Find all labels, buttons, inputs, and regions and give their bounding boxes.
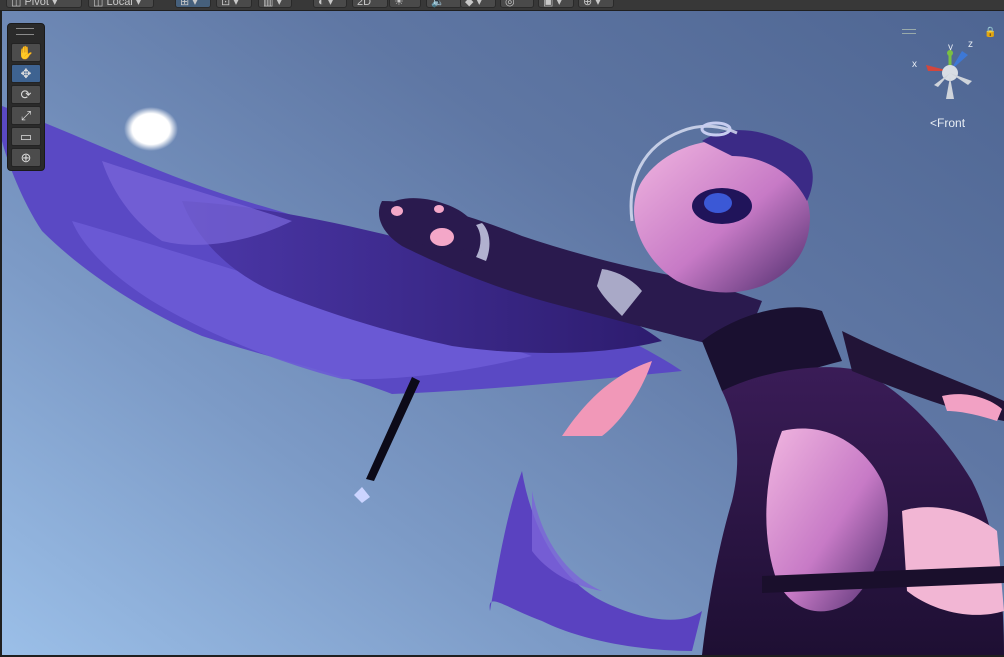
move-icon: ✥: [20, 66, 32, 81]
camera-icon: ▣: [543, 0, 554, 8]
hand-icon: ✋: [17, 45, 35, 60]
lighting-button[interactable]: ☀: [389, 0, 421, 8]
gizmos-icon: ⊕: [583, 0, 593, 8]
effects-icon: ◆: [465, 0, 474, 8]
toolbox-grip[interactable]: [16, 28, 34, 35]
pivot-dropdown[interactable]: ◫ Pivot ▾: [6, 0, 82, 8]
camera-button[interactable]: ▣ ▾: [538, 0, 574, 8]
view-label[interactable]: <Front: [930, 116, 965, 130]
transform-tool-button[interactable]: ⊕: [11, 148, 41, 167]
paw-pad-small: [391, 206, 403, 216]
scale-tool-button[interactable]: ⤢: [11, 106, 41, 125]
grid-snap-button[interactable]: ⊞ ▾: [175, 0, 211, 8]
lock-icon[interactable]: 🔒: [984, 27, 996, 38]
rotate-icon: ⟳: [20, 87, 32, 102]
gizmos-button[interactable]: ⊕ ▾: [578, 0, 614, 8]
mode-2d-button[interactable]: 2D: [352, 0, 388, 8]
scene-viewport[interactable]: ✋ ✥ ⟳ ⤢ ▭ ⊕ 🔒 y x z <Front: [2, 11, 1004, 655]
shading-button[interactable]: ◐ ▾: [313, 0, 347, 8]
gizmo-grip[interactable]: [902, 29, 916, 34]
draw-mode-button[interactable]: ▥ ▾: [258, 0, 292, 8]
eye-icon: ◎: [505, 0, 515, 8]
scene-render: [2, 106, 1004, 655]
hidden-objects-button[interactable]: ◎: [500, 0, 534, 8]
eye-iris: [704, 193, 732, 213]
paw-pad: [430, 228, 454, 246]
snap-icon: ⊡: [221, 0, 231, 8]
axis-z-label: z: [968, 41, 973, 50]
local-icon: ◫: [93, 0, 107, 8]
audio-icon: 🔈: [431, 0, 445, 8]
mode-2d-label: 2D: [357, 0, 372, 8]
pivot-label: Pivot: [24, 0, 49, 8]
effects-button[interactable]: ◆ ▾: [460, 0, 496, 8]
tail: [489, 471, 702, 651]
tools-overlay: ✋ ✥ ⟳ ⤢ ▭ ⊕: [7, 23, 45, 171]
rotate-tool-button[interactable]: ⟳: [11, 85, 41, 104]
staff-gem: [354, 487, 370, 503]
rect-tool-button[interactable]: ▭: [11, 127, 41, 146]
pivot-icon: ◫: [11, 0, 25, 8]
space-dropdown[interactable]: ◫ Local ▾: [88, 0, 154, 8]
scene-toolbar: ◫ Pivot ▾ ◫ Local ▾ ⊞ ▾ ⊡ ▾ ▥ ▾ ◐ ▾ 2D ☀…: [0, 0, 1004, 11]
scale-icon: ⤢: [20, 108, 32, 123]
audio-button[interactable]: 🔈: [426, 0, 462, 8]
orientation-gizmo[interactable]: y x z: [910, 41, 990, 111]
view-arrow-icon: <: [930, 116, 938, 130]
axis-x-label: x: [912, 59, 917, 70]
increment-snap-button[interactable]: ⊡ ▾: [216, 0, 252, 8]
draw-icon: ▥: [263, 0, 274, 8]
rect-icon: ▭: [19, 129, 33, 144]
paw-pad-small: [434, 205, 444, 213]
shading-icon: ◐: [318, 0, 325, 8]
transform-icon: ⊕: [20, 150, 32, 165]
sun-light: [124, 107, 178, 151]
grid-icon: ⊞: [180, 0, 190, 8]
space-label: Local: [106, 0, 133, 8]
move-tool-button[interactable]: ✥: [11, 64, 41, 83]
light-icon: ☀: [394, 0, 404, 8]
hand-tool-button[interactable]: ✋: [11, 43, 41, 62]
view-name: Front: [937, 116, 966, 130]
